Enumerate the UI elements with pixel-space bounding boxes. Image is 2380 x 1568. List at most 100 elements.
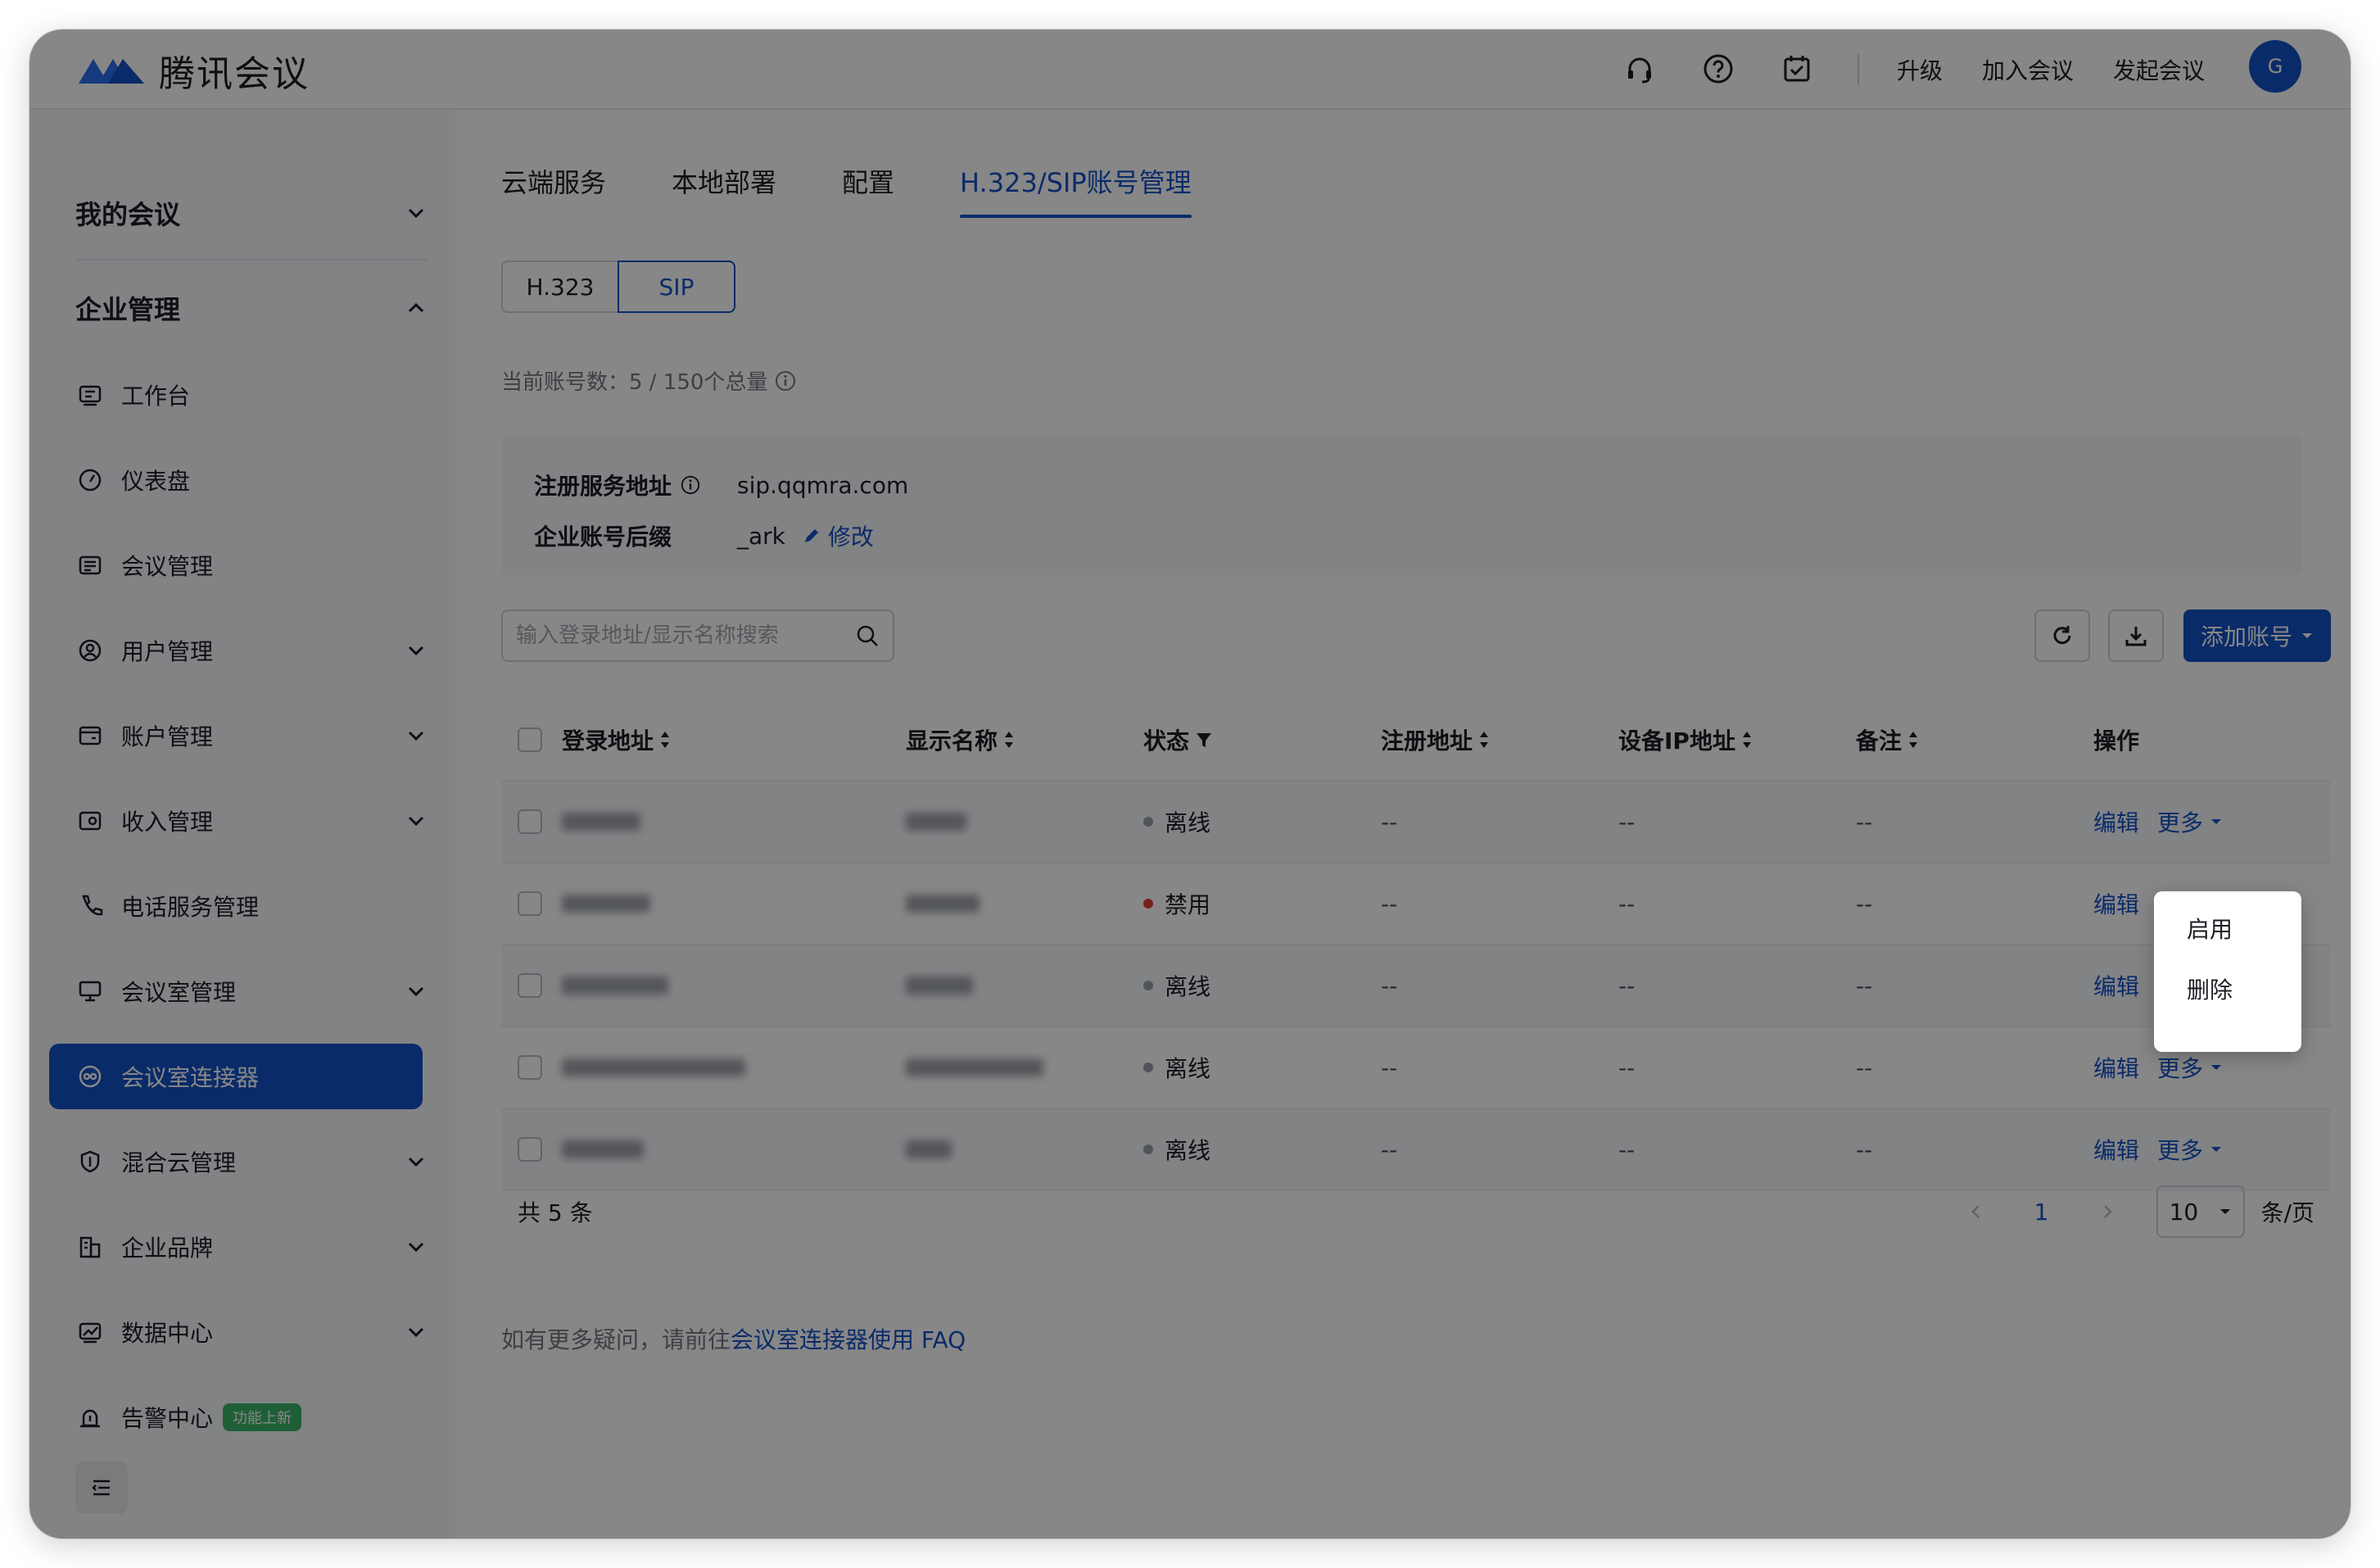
info-icon[interactable] [774, 369, 797, 392]
sidebar-section-enterprise[interactable]: 企业管理 [75, 283, 428, 333]
sidebar-item-room-connector[interactable]: 会议室连接器 [75, 1050, 428, 1103]
caret-down-icon [2211, 819, 2222, 824]
edit-link[interactable]: 编辑 [2093, 969, 2139, 1002]
sidebar-item-user-mgmt[interactable]: 用户管理 [75, 624, 428, 677]
col-display-name[interactable]: 显示名称 [906, 723, 1143, 756]
col-status[interactable]: 状态 [1143, 723, 1381, 756]
pagination-controls: 1 10 条/页 [1952, 1183, 2331, 1240]
sidebar-item-hybrid-cloud[interactable]: 混合云管理 [75, 1135, 428, 1188]
search-input[interactable] [516, 623, 855, 648]
accounts-table: 登录地址 显示名称 状态 注册地址 设备IP地址 备注 操作 离线 -- -- … [501, 700, 2331, 1191]
filter-icon[interactable] [1194, 730, 1214, 750]
sidebar-item-data-center[interactable]: 数据中心 [75, 1306, 428, 1358]
app-logo[interactable]: 腾讯会议 [75, 44, 310, 97]
more-menu[interactable]: 更多 [2157, 1051, 2223, 1084]
status-cell: 离线 [1143, 805, 1381, 838]
tab-cloud-service[interactable]: 云端服务 [501, 162, 606, 218]
col-login[interactable]: 登录地址 [562, 723, 906, 756]
start-meeting-link[interactable]: 发起会议 [2113, 53, 2205, 86]
page-size-select[interactable]: 10 [2156, 1185, 2245, 1238]
edit-link[interactable]: 编辑 [2093, 1133, 2139, 1166]
chevron-down-icon [408, 986, 424, 997]
search-icon[interactable] [855, 623, 880, 648]
headset-icon[interactable] [1618, 48, 1661, 90]
sidebar-section-my-meetings[interactable]: 我的会议 [75, 188, 428, 238]
sidebar-item-alarm-center[interactable]: 告警中心 功能上新 [75, 1391, 428, 1443]
prev-page-button[interactable] [1952, 1187, 2001, 1236]
caret-down-icon [2219, 1209, 2230, 1214]
tab-local-deploy[interactable]: 本地部署 [672, 162, 776, 218]
tab-account-mgmt[interactable]: H.323/SIP账号管理 [960, 162, 1192, 218]
delete-menu-item[interactable]: 删除 [2162, 958, 2293, 1019]
page-number[interactable]: 1 [2017, 1199, 2066, 1226]
sidebar-item-room-mgmt[interactable]: 会议室管理 [75, 965, 428, 1017]
sidebar-divider [75, 259, 428, 261]
more-menu[interactable]: 更多 [2157, 1133, 2223, 1166]
next-page-button[interactable] [2083, 1187, 2132, 1236]
row-checkbox[interactable] [518, 891, 542, 916]
help-icon[interactable] [1697, 48, 1740, 90]
sidebar-item-workbench[interactable]: 工作台 [75, 369, 428, 421]
status-cell: 离线 [1143, 1051, 1381, 1084]
edit-link[interactable]: 编辑 [2093, 1051, 2139, 1084]
download-icon [2125, 627, 2147, 646]
avatar[interactable]: G [2249, 40, 2301, 93]
page-size-value: 10 [2169, 1198, 2199, 1226]
phone-icon [75, 891, 105, 921]
row-checkbox[interactable] [518, 809, 542, 834]
refresh-button[interactable] [2034, 610, 2090, 662]
collapse-sidebar-button[interactable] [75, 1462, 128, 1514]
select-all-cell [501, 727, 562, 752]
upgrade-link[interactable]: 升级 [1897, 53, 1943, 86]
sidebar-section-label: 企业管理 [75, 294, 181, 325]
sidebar-item-brand[interactable]: 企业品牌 [75, 1221, 428, 1273]
col-note[interactable]: 备注 [1856, 723, 2093, 756]
chevron-down-icon [408, 1327, 424, 1338]
redacted-name [906, 1140, 952, 1158]
redacted-login [562, 895, 650, 913]
sidebar-item-dashboard[interactable]: 仪表盘 [75, 454, 428, 506]
list-icon [75, 551, 105, 580]
sidebar-item-income-mgmt[interactable]: 收入管理 [75, 795, 428, 847]
add-account-button[interactable]: 添加账号 [2183, 610, 2331, 662]
status-cell: 离线 [1143, 1133, 1381, 1166]
calendar-check-icon[interactable] [1776, 48, 1818, 90]
segment-h323[interactable]: H.323 [501, 261, 619, 313]
device-ip-cell: -- [1618, 972, 1636, 999]
sidebar-item-account-mgmt[interactable]: 账户管理 [75, 709, 428, 762]
reg-address-cell: -- [1381, 890, 1398, 918]
row-checkbox[interactable] [518, 1055, 542, 1080]
faq-link[interactable]: 会议室连接器使用 FAQ [731, 1326, 966, 1353]
more-menu[interactable]: 更多 [2157, 805, 2223, 838]
enable-menu-item[interactable]: 启用 [2162, 898, 2293, 958]
download-button[interactable] [2108, 610, 2164, 662]
row-checkbox[interactable] [518, 1137, 542, 1162]
more-dropdown-menu: 启用 删除 [2154, 891, 2301, 1052]
col-device-ip[interactable]: 设备IP地址 [1618, 723, 1856, 756]
chevron-down-icon [408, 816, 424, 827]
workbench-icon [75, 380, 105, 410]
chevron-down-icon [408, 646, 424, 656]
edit-suffix-link[interactable]: 修改 [802, 519, 874, 552]
join-meeting-link[interactable]: 加入会议 [1982, 53, 2074, 86]
select-all-checkbox[interactable] [518, 727, 542, 752]
login-address-cell [562, 977, 906, 995]
row-checkbox-cell [501, 973, 562, 998]
more-label: 更多 [2157, 1137, 2204, 1164]
device-ip-cell: -- [1618, 1135, 1636, 1163]
redacted-login [562, 813, 640, 831]
col-reg-address[interactable]: 注册地址 [1381, 723, 1618, 756]
row-checkbox[interactable] [518, 973, 542, 998]
account-count: 当前账号数：5 / 150个总量 [501, 365, 797, 396]
sidebar-section-label: 我的会议 [75, 199, 181, 230]
edit-link[interactable]: 编辑 [2093, 887, 2139, 920]
protocol-switch: H.323 SIP [501, 261, 735, 313]
edit-link[interactable]: 编辑 [2093, 805, 2139, 838]
tab-config[interactable]: 配置 [842, 162, 894, 218]
chevron-right-icon [2103, 1205, 2112, 1218]
sidebar-item-meeting-mgmt[interactable]: 会议管理 [75, 539, 428, 591]
info-icon[interactable] [680, 474, 701, 496]
segment-sip[interactable]: SIP [618, 261, 735, 313]
faq-note: 如有更多疑问，请前往会议室连接器使用 FAQ [501, 1322, 966, 1355]
sidebar-item-phone-service[interactable]: 电话服务管理 [75, 880, 428, 932]
